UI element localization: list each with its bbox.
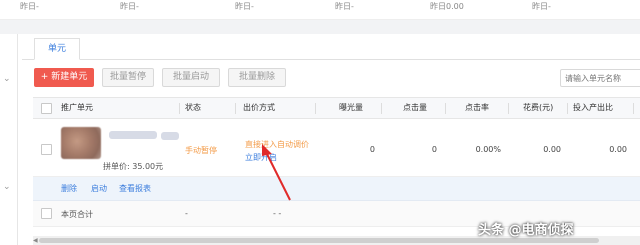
batch-start-button[interactable]: 批量启动 <box>162 68 220 87</box>
delete-link[interactable]: 删除 <box>61 183 77 194</box>
column-divider <box>315 103 316 114</box>
stats-strip: 昨日- 昨日- 昨日- 昨日- 昨日0.00 昨日- <box>0 0 640 20</box>
column-header-ctr[interactable]: 点击率 <box>465 98 489 118</box>
column-header-impressions[interactable]: 曝光量 <box>339 98 363 118</box>
toolbar: + 新建单元 批量暂停 批量启动 批量删除 <box>22 68 640 88</box>
section-divider <box>0 20 640 34</box>
column-divider <box>235 103 236 114</box>
stat-yesterday: 昨日0.00 <box>430 2 464 11</box>
watermark: 头条 @电商侦探 <box>478 223 574 238</box>
stat-yesterday: 昨日- <box>335 2 354 11</box>
stat-yesterday: 昨日- <box>120 2 139 11</box>
column-divider <box>633 103 634 114</box>
row-checkbox[interactable] <box>41 144 52 155</box>
column-header-bid[interactable]: 出价方式 <box>243 98 275 118</box>
page-total-label: 本页合计 <box>61 210 93 219</box>
scroll-left-icon[interactable]: ◀ <box>33 236 38 245</box>
new-unit-button[interactable]: + 新建单元 <box>34 68 94 87</box>
unit-price: 拼单价: 35.00元 <box>103 162 164 171</box>
select-all-checkbox[interactable] <box>41 103 52 114</box>
tab-unit[interactable]: 单元 <box>34 38 80 60</box>
scrollbar-thumb[interactable] <box>39 238 599 243</box>
stat-yesterday: 昨日- <box>20 2 39 11</box>
left-sidebar: ⌄ ⌄ <box>0 34 18 245</box>
row-actions: 删除 启动 查看报表 <box>33 177 640 201</box>
batch-pause-button[interactable]: 批量暂停 <box>102 68 154 87</box>
chevron-down-icon[interactable]: ⌄ <box>3 74 11 84</box>
stat-yesterday: 昨日- <box>532 2 551 11</box>
view-report-link[interactable]: 查看报表 <box>119 183 151 194</box>
column-divider <box>567 103 568 114</box>
tab-bar: 单元 <box>22 38 640 60</box>
stat-yesterday: 昨日- <box>235 2 254 11</box>
impressions-value: 0 <box>369 145 375 154</box>
column-header-cost[interactable]: 花费(元) <box>523 98 553 118</box>
column-divider <box>381 103 382 114</box>
column-header-status[interactable]: 状态 <box>185 98 201 118</box>
roi-value: 0.00 <box>609 145 627 154</box>
auto-bid-link[interactable]: 直接进入自动调价 <box>245 139 309 150</box>
ctr-value: 0.00% <box>475 145 501 154</box>
total-bid-value: - - <box>273 209 282 218</box>
product-thumbnail <box>61 127 101 159</box>
batch-delete-button[interactable]: 批量删除 <box>228 68 286 87</box>
unit-search-input[interactable] <box>560 69 640 87</box>
total-status-value: - <box>185 209 188 218</box>
chevron-down-icon[interactable]: ⌄ <box>3 182 11 192</box>
column-header-unit[interactable]: 推广单元 <box>61 98 93 118</box>
table-header: 推广单元 状态 出价方式 曝光量 点击量 点击率 花费(元) 投入产出比 <box>33 97 640 119</box>
column-divider <box>445 103 446 114</box>
start-link[interactable]: 启动 <box>91 183 107 194</box>
column-header-clicks[interactable]: 点击量 <box>403 98 427 118</box>
column-header-roi[interactable]: 投入产出比 <box>573 98 613 118</box>
clicks-value: 0 <box>431 145 437 154</box>
status-paused-label[interactable]: 手动暂停 <box>185 145 217 156</box>
unit-name-redacted <box>109 131 157 139</box>
column-divider <box>508 103 509 114</box>
enable-now-link[interactable]: 立即开启 <box>245 152 277 163</box>
total-row-checkbox[interactable] <box>41 208 52 219</box>
unit-name-redacted <box>161 132 179 140</box>
table-row: 拼单价: 35.00元 手动暂停 直接进入自动调价 立即开启 0 0 0.00%… <box>33 119 640 177</box>
column-divider <box>179 103 180 114</box>
cost-value: 0.00 <box>543 145 561 154</box>
